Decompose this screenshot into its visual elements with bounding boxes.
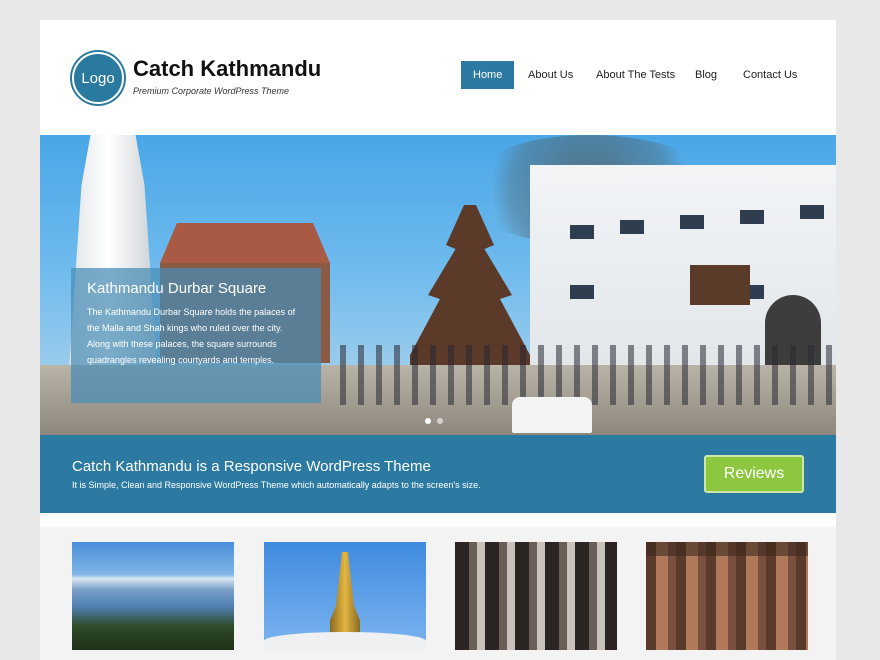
promotion-title: Catch Kathmandu is a Responsive WordPres…: [72, 458, 431, 475]
nav-item-blog[interactable]: Blog: [683, 61, 729, 89]
site-tagline: Premium Corporate WordPress Theme: [133, 86, 290, 96]
slider-dot[interactable]: [437, 418, 443, 424]
featured-thumb-mountains[interactable]: [72, 542, 234, 650]
featured-thumb-prayer-wheels[interactable]: [646, 542, 808, 650]
palace-window: [740, 210, 764, 224]
slider-dot[interactable]: [425, 418, 431, 424]
stupa-base: [264, 632, 426, 650]
featured-slider[interactable]: Kathmandu Durbar Square The Kathmandu Du…: [40, 135, 836, 435]
site-logo[interactable]: Logo: [72, 52, 124, 104]
palace-window: [570, 285, 594, 299]
palace-window: [800, 205, 824, 219]
featured-thumb-carved-windows[interactable]: [455, 542, 617, 650]
logo-text: Logo: [81, 69, 115, 87]
slide-caption: Kathmandu Durbar Square The Kathmandu Du…: [71, 268, 321, 403]
palace-window: [570, 225, 594, 239]
slide-image-wooden-balcony: [690, 265, 750, 305]
slide-image-crowd: [340, 345, 836, 405]
reviews-button[interactable]: Reviews: [704, 455, 804, 493]
nav-item-about-us[interactable]: About Us: [516, 61, 585, 89]
slide-image-temple-roof: [160, 223, 330, 263]
palace-window: [620, 220, 644, 234]
slide-caption-text: The Kathmandu Durbar Square holds the pa…: [87, 307, 296, 365]
slide-image-car: [512, 397, 592, 433]
nav-item-home[interactable]: Home: [461, 61, 515, 89]
promotion-text: It is Simple, Clean and Responsive WordP…: [72, 480, 481, 490]
slider-pager: [425, 418, 443, 424]
featured-content: [40, 527, 836, 660]
featured-thumb-stupa[interactable]: [264, 542, 426, 650]
page-container: Logo Catch Kathmandu Premium Corporate W…: [40, 20, 836, 660]
nav-item-contact-us[interactable]: Contact Us: [731, 61, 809, 89]
nav-item-about-the-tests[interactable]: About The Tests: [584, 61, 687, 89]
promotion-headline: Catch Kathmandu is a Responsive WordPres…: [40, 435, 836, 513]
slide-caption-title[interactable]: Kathmandu Durbar Square: [87, 280, 305, 297]
palace-window: [680, 215, 704, 229]
site-title[interactable]: Catch Kathmandu: [133, 56, 321, 82]
